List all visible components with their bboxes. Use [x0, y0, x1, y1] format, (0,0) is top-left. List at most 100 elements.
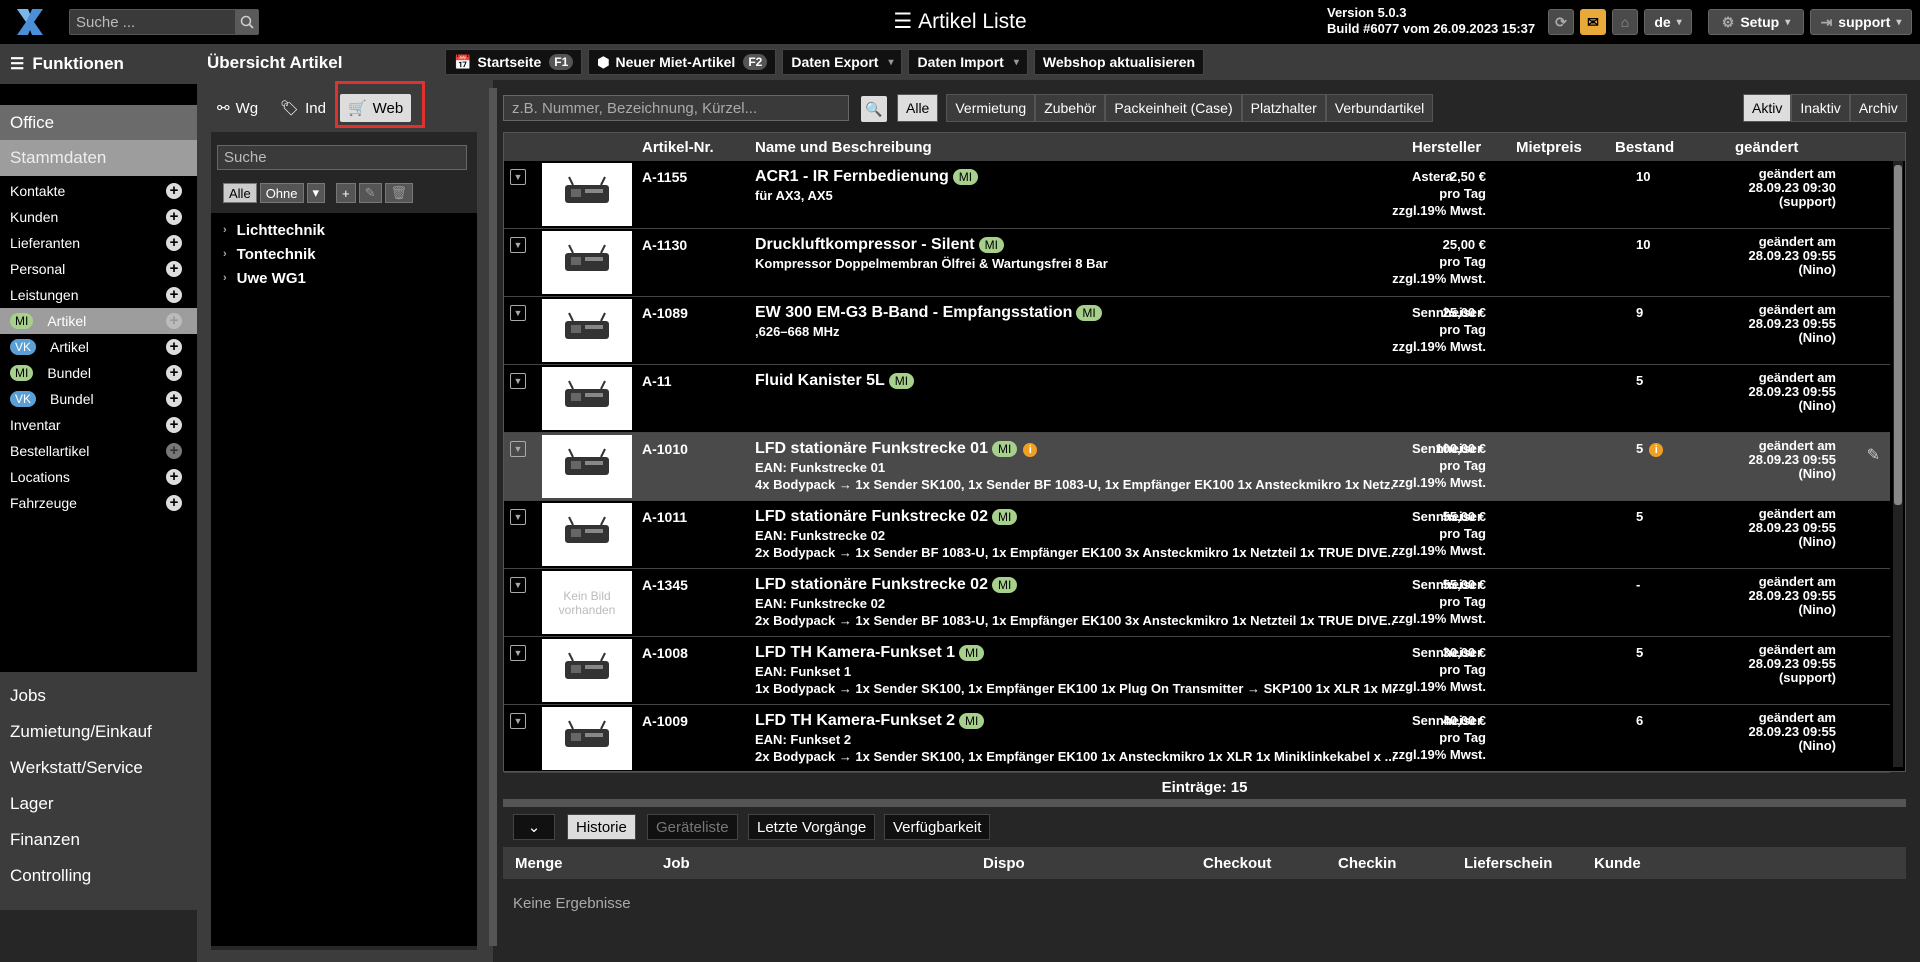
add-icon[interactable]: + [166, 495, 182, 511]
status-inaktiv[interactable]: Inaktiv [1791, 94, 1850, 122]
webshop-update-button[interactable]: Webshop aktualisieren [1033, 49, 1205, 75]
vertical-splitter[interactable] [489, 88, 497, 946]
article-name[interactable]: Fluid Kanister 5L MI [755, 372, 915, 390]
sidebar-item-vk-bundel[interactable]: VK Bundel + [0, 386, 197, 412]
tab-letzte-vorgaenge[interactable]: Letzte Vorgänge [748, 814, 876, 840]
tab-historie[interactable]: Historie [567, 814, 636, 840]
data-export-button[interactable]: Daten Export ▾ [782, 49, 903, 75]
add-category-button[interactable]: + [336, 183, 356, 203]
sidebar-section-stammdaten[interactable]: Stammdaten [0, 140, 197, 176]
info-icon[interactable]: i [1649, 443, 1664, 457]
refresh-button[interactable]: ⟳ [1548, 9, 1574, 35]
add-icon[interactable]: + [166, 339, 182, 355]
add-icon[interactable]: + [166, 209, 182, 225]
filter-packeinheit[interactable]: Packeinheit (Case) [1105, 94, 1242, 122]
sidebar-item-lieferanten[interactable]: Lieferanten + [0, 230, 197, 256]
table-row[interactable]: ▼ A-1011 LFD stationäre Funkstrecke 02 MI EA… [504, 501, 1890, 569]
add-icon[interactable]: + [166, 443, 182, 459]
table-row[interactable]: ▼ A-1009 LFD TH Kamera-Funkset 2 MI EAN: Fun… [504, 705, 1890, 773]
row-expand-toggle[interactable]: ▼ [510, 509, 526, 525]
sidebar-item-kontakte[interactable]: Kontakte + [0, 178, 197, 204]
sidebar-item-bestellartikel[interactable]: Bestellartikel + [0, 438, 197, 464]
sidebar-item-mi-bundel[interactable]: MI Bundel + [0, 360, 197, 386]
pencil-icon[interactable]: ✎ [1867, 445, 1880, 465]
col-checkin[interactable]: Checkin [1338, 855, 1396, 872]
article-name[interactable]: EW 300 EM-G3 B-Band - Empfangsstation MI [755, 304, 1102, 322]
table-row[interactable]: ▼ A-1155 ACR1 - IR Fernbedienung MI für AX3,… [504, 161, 1890, 229]
row-expand-toggle[interactable]: ▼ [510, 441, 526, 457]
filter-dropdown[interactable]: ▾ [306, 183, 326, 203]
article-name[interactable]: LFD TH Kamera-Funkset 1 MI [755, 644, 985, 662]
edit-category-button[interactable]: ✎ [358, 183, 382, 203]
filter-platzhalter[interactable]: Platzhalter [1241, 94, 1326, 122]
language-select[interactable]: de ▾ [1644, 9, 1692, 35]
sidebar-section-controlling[interactable]: Controlling [0, 858, 197, 894]
article-name[interactable]: ACR1 - IR Fernbedienung MI [755, 168, 979, 186]
delete-category-button[interactable]: 🗑 [384, 183, 414, 203]
table-row[interactable]: ▼ A-1130 Druckluftkompressor - Silent MI Kom… [504, 229, 1890, 297]
col-name[interactable]: Name und Beschreibung [755, 139, 932, 156]
filter-all-button[interactable]: Alle [223, 183, 257, 203]
col-artikel-nr[interactable]: Artikel-Nr. [642, 139, 714, 156]
sidebar-item-locations[interactable]: Locations + [0, 464, 197, 490]
data-import-button[interactable]: Daten Import ▾ [908, 49, 1028, 75]
row-expand-toggle[interactable]: ▼ [510, 169, 526, 185]
row-expand-toggle[interactable]: ▼ [510, 577, 526, 593]
col-dispo[interactable]: Dispo [983, 855, 1025, 872]
article-name[interactable]: LFD stationäre Funkstrecke 02 MI [755, 576, 1018, 594]
add-icon[interactable]: + [166, 313, 182, 329]
filter-none-button[interactable]: Ohne [259, 183, 304, 203]
row-expand-toggle[interactable]: ▼ [510, 237, 526, 253]
sidebar-section-office[interactable]: Office [0, 105, 197, 140]
col-kunde[interactable]: Kunde [1594, 855, 1641, 872]
sidebar-item-vk-artikel[interactable]: VK Artikel + [0, 334, 197, 360]
search-zoom-button[interactable]: 🔍 [861, 96, 887, 122]
sidebar-item-kunden[interactable]: Kunden + [0, 204, 197, 230]
tree-node-uwe-wg1[interactable]: › Uwe WG1 [211, 266, 477, 290]
filter-verbundartikel[interactable]: Verbundartikel [1325, 94, 1434, 122]
sidebar-item-inventar[interactable]: Inventar + [0, 412, 197, 438]
info-icon[interactable]: i [1023, 443, 1038, 457]
tree-node-tontechnik[interactable]: › Tontechnik [211, 242, 477, 266]
status-aktiv[interactable]: Aktiv [1743, 94, 1792, 122]
sidebar-item-personal[interactable]: Personal + [0, 256, 197, 282]
sidebar-header[interactable]: ☰ Funktionen [0, 44, 197, 84]
article-search-input[interactable]: z.B. Nummer, Bezeichnung, Kürzel... [503, 95, 849, 121]
add-icon[interactable]: + [166, 417, 182, 433]
add-icon[interactable]: + [166, 235, 182, 251]
sidebar-section-zumietung[interactable]: Zumietung/Einkauf [0, 714, 197, 750]
filter-zubehoer[interactable]: Zubehör [1035, 94, 1106, 122]
article-name[interactable]: LFD stationäre Funkstrecke 02 MI [755, 508, 1018, 526]
table-row[interactable]: ▼ Kein Bild vorhanden A-1345 LFD stationäre… [504, 569, 1890, 637]
col-mietpreis[interactable]: Mietpreis [1516, 139, 1582, 156]
add-icon[interactable]: + [166, 391, 182, 407]
add-icon[interactable]: + [166, 469, 182, 485]
horizontal-splitter[interactable] [503, 799, 1906, 807]
table-scrollbar[interactable] [1893, 161, 1903, 767]
article-name[interactable]: Druckluftkompressor - Silent MI [755, 236, 1004, 254]
collapse-button[interactable]: ⌄ [513, 814, 555, 840]
scrollbar-thumb[interactable] [1894, 165, 1902, 505]
new-rental-article-button[interactable]: ⬢ Neuer Miet-Artikel F2 [588, 49, 777, 75]
table-row[interactable]: ▼ A-11 Fluid Kanister 5L MI 5 geändert am 28.0… [504, 365, 1890, 433]
table-row[interactable]: ▼ A-1089 EW 300 EM-G3 B-Band - Empfangssta… [504, 297, 1890, 365]
setup-button[interactable]: ⚙ Setup ▾ [1708, 9, 1804, 35]
sidebar-item-fahrzeuge[interactable]: Fahrzeuge + [0, 490, 197, 516]
add-icon[interactable]: + [166, 365, 182, 381]
row-expand-toggle[interactable]: ▼ [510, 645, 526, 661]
table-row[interactable]: ▼ A-1008 LFD TH Kamera-Funkset 1 MI EAN: Fun… [504, 637, 1890, 705]
col-bestand[interactable]: Bestand [1615, 139, 1674, 156]
add-icon[interactable]: + [166, 261, 182, 277]
sidebar-item-mi-artikel[interactable]: MI Artikel + [0, 308, 197, 334]
article-name[interactable]: LFD stationäre Funkstrecke 01 MI i [755, 440, 1038, 458]
add-icon[interactable]: + [166, 183, 182, 199]
sidebar-section-finanzen[interactable]: Finanzen [0, 822, 197, 858]
sidebar-section-werkstatt[interactable]: Werkstatt/Service [0, 750, 197, 786]
filter-vermietung[interactable]: Vermietung [946, 94, 1036, 122]
col-geaendert[interactable]: geändert [1735, 139, 1798, 156]
row-expand-toggle[interactable]: ▼ [510, 713, 526, 729]
row-expand-toggle[interactable]: ▼ [510, 373, 526, 389]
startseite-button[interactable]: 📅 Startseite F1 [445, 49, 583, 75]
home-button[interactable]: ⌂ [1612, 9, 1638, 35]
col-job[interactable]: Job [663, 855, 690, 872]
